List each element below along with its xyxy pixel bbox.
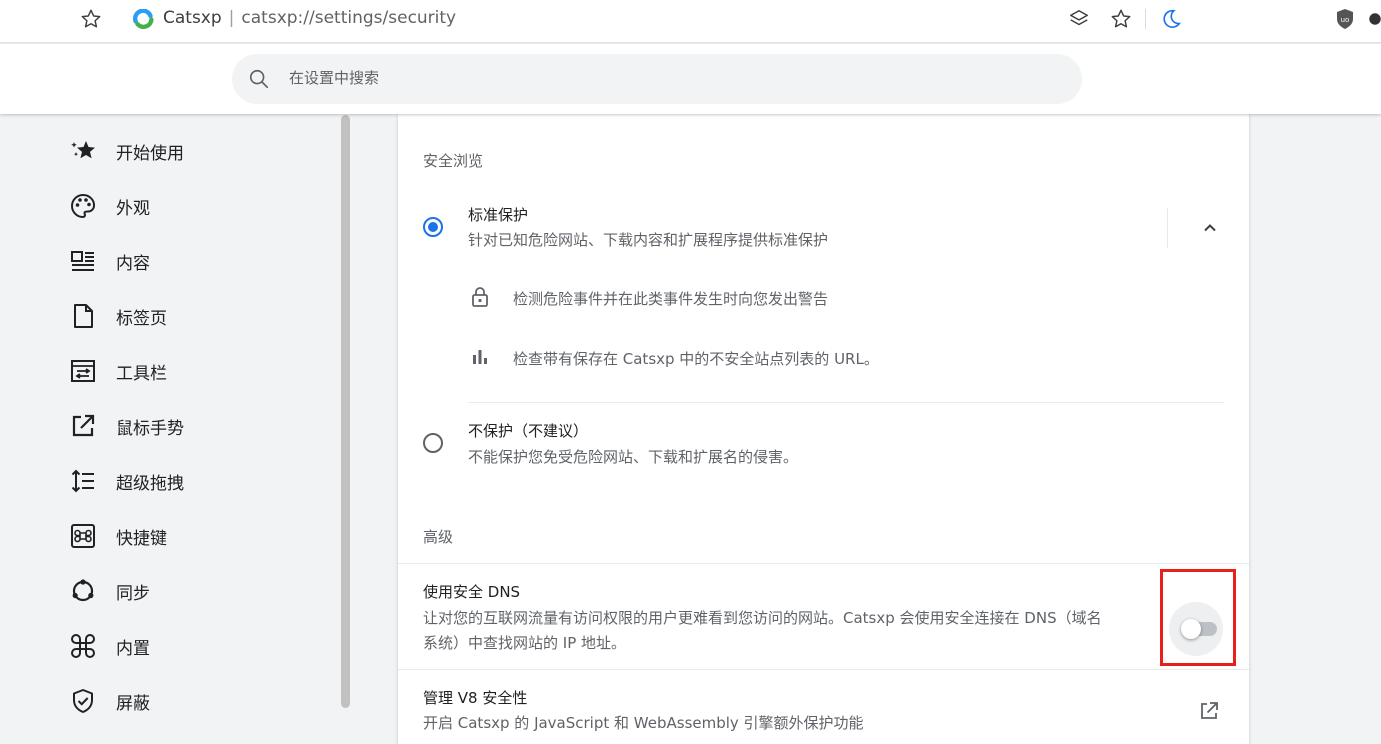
safe-browsing-section-title: 安全浏览 [423, 152, 484, 170]
sidebar-item-label: 内容 [116, 253, 150, 274]
ublock-extension-icon[interactable]: uo [1332, 6, 1358, 32]
settings-header: 在设置中搜索 [0, 44, 1381, 114]
standard-protection-radio[interactable] [423, 217, 443, 237]
address-bar[interactable]: Catsxp | catsxp://settings/security [163, 6, 456, 30]
toolbar-icon [66, 354, 100, 388]
settings-search[interactable]: 在设置中搜索 [232, 54, 1082, 104]
manage-v8-security-row[interactable]: 管理 V8 安全性 开启 Catsxp 的 JavaScript 和 WebAs… [398, 670, 1249, 744]
toolbar-divider [1145, 9, 1146, 29]
no-protection-radio[interactable] [423, 433, 443, 453]
extension-icon[interactable] [1368, 7, 1381, 31]
sidebar-item-built-in[interactable]: 内置 [66, 626, 336, 666]
sidebar-item-label: 同步 [116, 583, 150, 604]
sidebar-item-super-drag[interactable]: 超级拖拽 [66, 461, 336, 501]
sidebar-item-tabs[interactable]: 标签页 [66, 296, 336, 336]
secure-dns-row: 使用安全 DNS 让对您的互联网流量有访问权限的用户更难看到您访问的网站。Cat… [398, 564, 1249, 669]
sidebar-item-label: 鼠标手势 [116, 418, 184, 439]
browser-toolbar: Catsxp | catsxp://settings/security uo [0, 0, 1381, 43]
sidebar-item-appearance[interactable]: 外观 [66, 186, 336, 226]
no-protection-title: 不保护（不建议） [468, 422, 589, 440]
divider [468, 402, 1224, 403]
detail-check-unsafe-urls: 检查带有保存在 Catsxp 中的不安全站点列表的 URL。 [513, 350, 879, 368]
sidebar-item-content[interactable]: 内容 [66, 241, 336, 281]
detail-warn-dangerous-events: 检测危险事件并在此类事件发生时向您发出警告 [513, 290, 829, 308]
sidebar-item-label: 标签页 [116, 308, 167, 329]
v8-security-description: 开启 Catsxp 的 JavaScript 和 WebAssembly 引擎额… [423, 714, 864, 732]
no-protection-description: 不能保护您免受危险网站、下载和扩展名的侵害。 [468, 448, 799, 466]
standard-protection-description: 针对已知危险网站、下载内容和扩展程序提供标准保护 [468, 231, 829, 249]
sidebar-item-shortcuts[interactable]: 快捷键 [66, 516, 336, 556]
sync-icon [66, 574, 100, 608]
svg-text:uo: uo [1341, 16, 1350, 24]
sort-list-icon [66, 464, 100, 498]
standard-protection-title: 标准保护 [468, 206, 529, 224]
page-icon [66, 299, 100, 333]
open-external-icon[interactable] [1198, 700, 1220, 726]
site-name: Catsxp [163, 8, 222, 28]
expand-divider [1167, 208, 1168, 248]
search-icon [248, 68, 270, 94]
sidebar-item-sync[interactable]: 同步 [66, 571, 336, 611]
security-settings-card: 安全浏览 标准保护 针对已知危险网站、下载内容和扩展程序提供标准保护 检测危险事… [398, 114, 1249, 744]
secure-dns-description-line1: 让对您的互联网流量有访问权限的用户更难看到您访问的网站。Catsxp 会使用安全… [423, 609, 1102, 627]
sidebar-item-label: 快捷键 [116, 528, 167, 549]
command-key-icon [66, 519, 100, 553]
sidebar-item-mouse-gestures[interactable]: 鼠标手势 [66, 406, 336, 446]
chevron-up-icon[interactable] [1198, 216, 1222, 240]
site-logo-icon [132, 8, 154, 30]
sparkle-star-icon [66, 134, 100, 168]
sidebar-item-label: 超级拖拽 [116, 473, 184, 494]
search-placeholder: 在设置中搜索 [289, 69, 380, 87]
sidebar-item-get-started[interactable]: 开始使用 [66, 131, 336, 171]
sidebar-item-label: 开始使用 [116, 143, 184, 164]
palette-icon [66, 189, 100, 223]
sidebar-item-shields[interactable]: 屏蔽 [66, 681, 336, 721]
apps-icon [66, 629, 100, 663]
secure-dns-title: 使用安全 DNS [423, 583, 521, 601]
sidebar-item-label: 工具栏 [116, 363, 167, 384]
shield-check-icon [66, 684, 100, 718]
advanced-section-title: 高级 [423, 528, 454, 546]
address-separator: | [228, 8, 235, 28]
url-text: catsxp://settings/security [241, 8, 457, 28]
highlight-box [1160, 569, 1236, 666]
bar-chart-icon [471, 347, 489, 369]
sidebar-item-label: 屏蔽 [116, 693, 150, 714]
no-protection-option[interactable]: 不保护（不建议） 不能保护您免受危险网站、下载和扩展名的侵害。 [398, 414, 1249, 474]
standard-protection-option[interactable]: 标准保护 针对已知危险网站、下载内容和扩展程序提供标准保护 [398, 194, 1249, 254]
moon-icon[interactable] [1158, 6, 1184, 32]
article-icon [66, 244, 100, 278]
favorites-star-icon[interactable] [1108, 6, 1134, 32]
sidebar-item-toolbar[interactable]: 工具栏 [66, 351, 336, 391]
sidebar-scrollbar[interactable] [341, 115, 350, 708]
secure-dns-description-line2: 系统）中查找网站的 IP 地址。 [423, 634, 627, 652]
open-external-icon [66, 409, 100, 443]
layers-icon[interactable] [1066, 6, 1092, 32]
bookmark-star-icon[interactable] [78, 6, 104, 32]
sidebar-item-label: 外观 [116, 198, 150, 219]
lock-icon [470, 286, 490, 312]
v8-security-title: 管理 V8 安全性 [423, 689, 528, 707]
sidebar-item-label: 内置 [116, 638, 150, 659]
